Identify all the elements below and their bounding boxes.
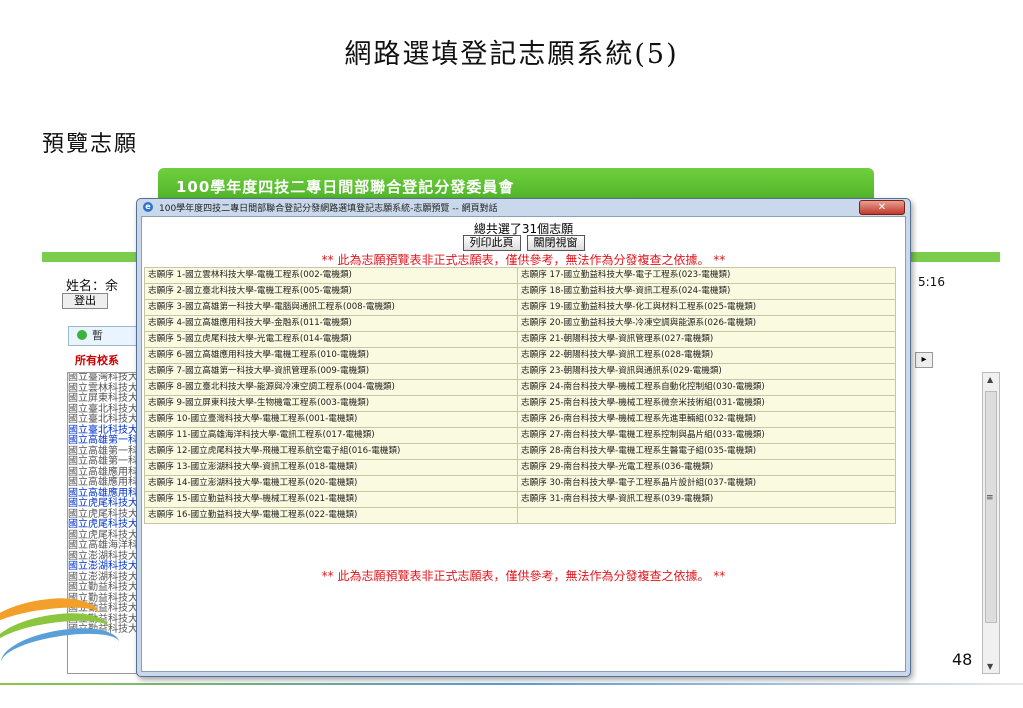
table-row: 志願序 10-國立臺灣科技大學-電機工程系(001-電機類) 志願序 26-南台科… [144, 411, 896, 428]
list-scrollbar[interactable]: ▲ ≡ ▼ [982, 372, 1000, 674]
preference-cell: 志願序 2-國立臺北科技大學-電機工程系(005-電機類) [144, 283, 518, 300]
preference-cell: 志願序 7-國立高雄第一科技大學-資訊管理系(009-電機類) [144, 363, 518, 380]
preference-cell: 志願序 21-朝陽科技大學-資訊管理系(027-電機類) [517, 331, 896, 348]
scroll-grip-icon: ≡ [986, 493, 994, 503]
warning-top: ** 此為志願預覽表非正式志願表，僅供參考，無法作為分發複查之依據。 ** [321, 253, 726, 267]
preference-cell: 志願序 29-南台科技大學-光電工程系(036-電機類) [517, 459, 896, 476]
school-list-item[interactable]: 國立高雄第一科 [68, 456, 138, 468]
preference-cell: 志願序 24-南台科技大學-機械工程系自動化控制組(030-電機類) [517, 379, 896, 396]
preference-cell: 志願序 17-國立勤益科技大學-電子工程系(023-電機類) [517, 267, 896, 284]
green-dot-icon [77, 330, 87, 340]
preference-cell: 志願序 23-朝陽科技大學-資訊與通訊系(029-電機類) [517, 363, 896, 380]
preference-cell: 志願序 13-國立澎湖科技大學-資訊工程系(018-電機類) [144, 459, 518, 476]
preference-cell: 志願序 28-南台科技大學-電機工程系生醫電子組(035-電機類) [517, 443, 896, 460]
school-list-item[interactable]: 國立虎尾科技大 [68, 498, 138, 510]
preference-cell: 志願序 25-南台科技大學-機械工程系微奈米技術組(031-電機類) [517, 395, 896, 412]
table-row: 志願序 2-國立臺北科技大學-電機工程系(005-電機類) 志願序 18-國立勤益… [144, 283, 896, 300]
preference-cell: 志願序 19-國立勤益科技大學-化工與材料工程系(025-電機類) [517, 299, 896, 316]
school-list-item[interactable]: 國立虎尾科技大 [68, 519, 138, 531]
slide-subtitle: 預覽志願 [42, 132, 139, 157]
preference-table: 志願序 1-國立雲林科技大學-電機工程系(002-電機類) 志願序 17-國立勤益… [144, 267, 896, 524]
table-row: 志願序 13-國立澎湖科技大學-資訊工程系(018-電機類) 志願序 29-南台科… [144, 459, 896, 476]
dialog-button-row: 列印此頁 關閉視窗 [142, 235, 905, 251]
user-name-label: 姓名：余 [66, 279, 119, 294]
preference-cell: 志願序 16-國立勤益科技大學-電機工程系(022-電機類) [144, 507, 518, 524]
school-list-item[interactable]: 國立屏東科技大 [68, 393, 138, 405]
table-row: 志願序 14-國立澎湖科技大學-電機工程系(020-電機類) 志願序 30-南台科… [144, 475, 896, 492]
temp-save-button[interactable]: 暫 [68, 326, 140, 346]
slide-title: 網路選填登記志願系統(5) [344, 39, 679, 70]
preference-cell: 志願序 18-國立勤益科技大學-資訊工程系(024-電機類) [517, 283, 896, 300]
dialog-content: 總共選了31個志願 列印此頁 關閉視窗 ** 此為志願預覽表非正式志願表，僅供參… [141, 216, 906, 672]
dialog-title: 100學年度四技二專日間部聯合登記分發網路選填登記志願系統-志願預覽 -- 網頁… [159, 204, 498, 214]
school-list-item[interactable]: 國立高雄海洋科 [68, 540, 138, 552]
preference-cell: 志願序 27-南台科技大學-電機工程系控制與晶片組(033-電機類) [517, 427, 896, 444]
print-page-button[interactable]: 列印此頁 [462, 235, 521, 251]
table-row: 志願序 15-國立勤益科技大學-機械工程系(021-電機類) 志願序 31-南台科… [144, 491, 896, 508]
school-list-item[interactable]: 國立臺北科技大 [68, 414, 138, 426]
preference-cell: 志願序 20-國立勤益科技大學-冷凍空調與能源系(026-電機類) [517, 315, 896, 332]
scroll-thumb[interactable] [985, 391, 997, 623]
footer-line [0, 683, 1023, 685]
table-row: 志願序 16-國立勤益科技大學-電機工程系(022-電機類) [144, 507, 896, 524]
preference-cell: 志願序 22-朝陽科技大學-資訊工程系(028-電機類) [517, 347, 896, 364]
preference-cell: 志願序 6-國立高雄應用科技大學-電機工程系(010-電機類) [144, 347, 518, 364]
logout-button[interactable]: 登出 [62, 293, 108, 309]
preference-cell: 志願序 30-南台科技大學-電子工程系晶片設計組(037-電機類) [517, 475, 896, 492]
site-banner-title: 100學年度四技二專日間部聯合登記分發委員會 [176, 178, 515, 196]
preference-cell: 志願序 14-國立澎湖科技大學-電機工程系(020-電機類) [144, 475, 518, 492]
school-list-item[interactable]: 國立勤益科技大 [68, 582, 138, 594]
table-row: 志願序 6-國立高雄應用科技大學-電機工程系(010-電機類) 志願序 22-朝陽… [144, 347, 896, 364]
table-row: 志願序 9-國立屏東科技大學-生物機電工程系(003-電機類) 志願序 25-南台… [144, 395, 896, 412]
preference-cell: 志願序 11-國立高雄海洋科技大學-電訊工程系(017-電機類) [144, 427, 518, 444]
table-row: 志願序 8-國立臺北科技大學-能源與冷凍空調工程系(004-電機類) 志願序 24… [144, 379, 896, 396]
preference-cell [517, 507, 896, 524]
temp-save-label: 暫 [92, 329, 103, 342]
browser-icon: e [143, 202, 153, 212]
page-number: 48 [952, 650, 973, 669]
scroll-down-icon[interactable]: ▼ [987, 662, 993, 671]
side-button[interactable]: ▸ [915, 352, 933, 368]
warning-bottom: ** 此為志願預覽表非正式志願表，僅供參考，無法作為分發複查之依據。 ** [321, 569, 726, 583]
preference-cell: 志願序 3-國立高雄第一科技大學-電腦與通訊工程系(008-電機類) [144, 299, 518, 316]
dialog-titlebar[interactable]: e 100學年度四技二專日間部聯合登記分發網路選填登記志願系統-志願預覽 -- … [137, 199, 910, 215]
table-row: 志願序 3-國立高雄第一科技大學-電腦與通訊工程系(008-電機類) 志願序 19… [144, 299, 896, 316]
preference-cell: 志願序 12-國立虎尾科技大學-飛機工程系航空電子組(016-電機類) [144, 443, 518, 460]
preference-cell: 志願序 5-國立虎尾科技大學-光電工程系(014-電機類) [144, 331, 518, 348]
table-row: 志願序 4-國立高雄應用科技大學-金融系(011-電機類) 志願序 20-國立勤益… [144, 315, 896, 332]
preference-cell: 志願序 8-國立臺北科技大學-能源與冷凍空調工程系(004-電機類) [144, 379, 518, 396]
preference-cell: 志願序 10-國立臺灣科技大學-電機工程系(001-電機類) [144, 411, 518, 428]
preference-cell: 志願序 9-國立屏東科技大學-生物機電工程系(003-電機類) [144, 395, 518, 412]
school-list-item[interactable]: 國立臺灣科技大 [68, 373, 138, 384]
school-list-item[interactable]: 國立高雄第一科 [68, 435, 138, 447]
school-list-item[interactable]: 國立高雄應用科 [68, 477, 138, 489]
scroll-up-icon[interactable]: ▲ [987, 375, 993, 384]
preference-cell: 志願序 1-國立雲林科技大學-電機工程系(002-電機類) [144, 267, 518, 284]
preference-cell: 志願序 4-國立高雄應用科技大學-金融系(011-電機類) [144, 315, 518, 332]
time-fragment: 5:16 [918, 275, 945, 289]
preference-cell: 志願序 26-南台科技大學-機械工程系先進車輛組(032-電機類) [517, 411, 896, 428]
school-list-item[interactable]: 國立澎湖科技大 [68, 561, 138, 573]
table-row: 志願序 1-國立雲林科技大學-電機工程系(002-電機類) 志願序 17-國立勤益… [144, 267, 896, 284]
close-window-button[interactable]: 關閉視窗 [526, 235, 585, 251]
preference-cell: 志願序 15-國立勤益科技大學-機械工程系(021-電機類) [144, 491, 518, 508]
table-row: 志願序 12-國立虎尾科技大學-飛機工程系航空電子組(016-電機類) 志願序 2… [144, 443, 896, 460]
preference-cell: 志願序 31-南台科技大學-資訊工程系(039-電機類) [517, 491, 896, 508]
table-row: 志願序 7-國立高雄第一科技大學-資訊管理系(009-電機類) 志願序 23-朝陽… [144, 363, 896, 380]
dialog-close-button[interactable]: ✕ [859, 200, 905, 215]
table-row: 志願序 11-國立高雄海洋科技大學-電訊工程系(017-電機類) 志願序 27-南… [144, 427, 896, 444]
all-schools-label: 所有校系 [75, 354, 119, 367]
table-row: 志願序 5-國立虎尾科技大學-光電工程系(014-電機類) 志願序 21-朝陽科技… [144, 331, 896, 348]
preview-dialog: e 100學年度四技二專日間部聯合登記分發網路選填登記志願系統-志願預覽 -- … [136, 198, 911, 677]
